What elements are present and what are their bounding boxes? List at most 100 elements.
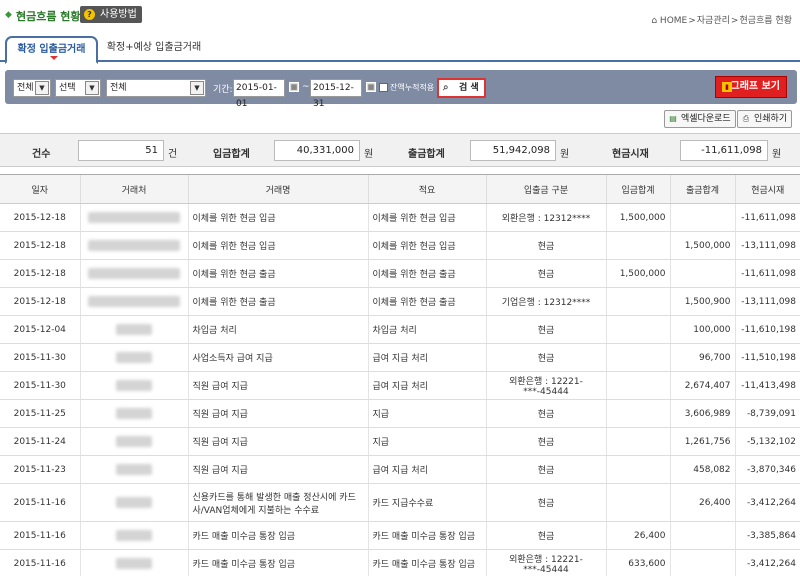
table-row[interactable]: 2015-11-23 직원 급여 지급 급여 지급 처리 현금 458,082 -3,87… — [0, 455, 800, 484]
cell-date: 2015-11-16 — [0, 549, 80, 576]
cash-balance-value: -11,611,098 — [680, 140, 768, 161]
cell-deposit: 26,400 — [605, 521, 670, 550]
table-row[interactable]: 2015-11-30 직원 급여 지급 급여 지급 처리 외환은행 : 12221-*… — [0, 371, 800, 400]
filter-select-3[interactable]: 전체 ▼ — [106, 79, 206, 97]
redacted-partner-name — [116, 464, 152, 475]
column-header-date[interactable]: 일자 — [0, 174, 80, 204]
excel-download-button[interactable]: ▤ 엑셀다운로드 — [664, 110, 736, 128]
cell-memo: 이체를 위한 현금 출금 — [367, 259, 486, 288]
column-header-deposit[interactable]: 입금합계 — [605, 174, 670, 204]
column-header-balance[interactable]: 현금시재 — [734, 174, 800, 204]
column-header-type[interactable]: 입출금 구분 — [485, 174, 606, 204]
date-to-input[interactable]: 2015-12-31 — [310, 79, 362, 109]
deposit-total-label: 입금합계 — [213, 149, 250, 160]
cell-memo: 급여 지급 처리 — [367, 371, 486, 400]
cell-type: 현금 — [485, 455, 606, 484]
table-row[interactable]: 2015-11-16 카드 매출 미수금 통장 입금 카드 매출 미수금 통장 입금… — [0, 549, 800, 576]
table-row[interactable]: 2015-11-24 직원 급여 지급 지급 현금 1,261,756 -5,132,10… — [0, 427, 800, 456]
chevron-down-icon: ▼ — [35, 81, 49, 95]
date-from-input[interactable]: 2015-01-01 — [233, 79, 285, 109]
cell-balance: -13,111,098 — [734, 231, 800, 260]
top-bar: ◆ 현금흐름 현황 ? 사용방법 ⌂ HOME>자금관리>현금흐름 현황 — [0, 0, 800, 30]
table-row[interactable]: 2015-12-18 이체를 위한 현금 출금 이체를 위한 현금 출금 현금 1,50… — [0, 259, 800, 288]
table-row[interactable]: 2015-11-16 신용카드를 통해 발생한 매출 정산시에 카드사/VAN업체… — [0, 483, 800, 522]
filter-select-1-value: 전체 — [17, 83, 34, 93]
deposit-total-unit: 원 — [364, 149, 374, 160]
help-button[interactable]: ? 사용방법 — [80, 6, 142, 23]
cell-deposit — [605, 455, 670, 484]
page-title: 현금흐름 현황 — [16, 10, 81, 23]
cell-partner — [79, 343, 188, 372]
table-row[interactable]: 2015-12-18 이체를 위한 현금 입금 이체를 위한 현금 입금 현금 1,50… — [0, 231, 800, 260]
print-button[interactable]: ⎙ 인쇄하기 — [737, 110, 793, 128]
table-row[interactable]: 2015-12-04 차입금 처리 차입금 처리 현금 100,000 -11,610,1… — [0, 315, 800, 344]
table-row[interactable]: 2015-11-25 직원 급여 지급 지급 현금 3,606,989 -8,739,09… — [0, 399, 800, 428]
redacted-partner-name — [116, 530, 152, 541]
search-button[interactable]: ⌕ 검 색 — [437, 78, 486, 98]
withdraw-total-value: 51,942,098 — [470, 140, 556, 161]
calendar-icon[interactable]: ▦ — [289, 82, 299, 92]
cell-type: 현금 — [485, 259, 606, 288]
cell-withdraw: 2,674,407 — [669, 371, 735, 400]
tab-confirmed[interactable]: 확정 입출금거래 — [5, 36, 98, 64]
cell-date: 2015-12-04 — [0, 315, 80, 344]
cell-deposit — [605, 231, 670, 260]
filter-select-2-value: 선택 — [59, 83, 76, 93]
cell-memo: 카드 지급수수료 — [367, 483, 486, 522]
column-header-transaction[interactable]: 거래명 — [187, 174, 368, 204]
search-icon: ⌕ — [443, 82, 449, 93]
redacted-partner-name — [116, 497, 152, 508]
cash-balance-label: 현금시재 — [612, 149, 649, 160]
cell-deposit — [605, 315, 670, 344]
filter-select-2[interactable]: 선택 ▼ — [55, 79, 101, 97]
cell-type: 현금 — [485, 483, 606, 522]
table-row[interactable]: 2015-12-18 이체를 위한 현금 입금 이체를 위한 현금 입금 외환은행 :… — [0, 203, 800, 232]
cell-transaction: 카드 매출 미수금 통장 입금 — [187, 521, 368, 550]
filter-select-1[interactable]: 전체 ▼ — [13, 79, 51, 97]
cell-withdraw — [669, 549, 735, 576]
graph-view-button[interactable]: ▮ 그래프 보기 — [715, 76, 787, 98]
column-header-partner[interactable]: 거래처 — [79, 174, 188, 204]
column-header-withdraw[interactable]: 출금합계 — [669, 174, 735, 204]
filter-select-3-value: 전체 — [110, 83, 127, 93]
cell-type: 현금 — [485, 231, 606, 260]
redacted-partner-name — [116, 558, 152, 569]
cell-type: 외환은행 : 12221-***-45444 — [485, 371, 606, 400]
cell-type: 현금 — [485, 343, 606, 372]
calendar-icon[interactable]: ▦ — [366, 82, 376, 92]
cell-memo: 차입금 처리 — [367, 315, 486, 344]
balance-checkbox[interactable] — [379, 83, 388, 92]
cell-partner — [79, 521, 188, 550]
cell-deposit: 633,600 — [605, 549, 670, 576]
cell-balance: -5,132,102 — [734, 427, 800, 456]
search-filter-bar: 전체 ▼ 선택 ▼ 전체 ▼ 기간: 2015-01-01 ▦ ~ 2015-1… — [5, 70, 797, 109]
redacted-partner-name — [88, 240, 180, 251]
tab-confirmed-expected[interactable]: 확정+예상 입출금거래 — [104, 36, 204, 62]
cell-balance: -11,611,098 — [734, 259, 800, 288]
cell-deposit: 1,500,000 — [605, 203, 670, 232]
breadcrumb-item-current: 현금흐름 현황 — [739, 16, 792, 26]
cell-transaction: 신용카드를 통해 발생한 매출 정산시에 카드사/VAN업체에게 지불하는 수수… — [187, 483, 368, 522]
column-header-memo[interactable]: 적요 — [367, 174, 486, 204]
cell-balance: -13,111,098 — [734, 287, 800, 316]
cell-memo: 이체를 위한 현금 입금 — [367, 203, 486, 232]
cell-date: 2015-11-30 — [0, 343, 80, 372]
count-label: 건수 — [32, 149, 51, 160]
table-row[interactable]: 2015-11-16 카드 매출 미수금 통장 입금 카드 매출 미수금 통장 입금… — [0, 521, 800, 550]
cell-memo: 지급 — [367, 427, 486, 456]
table-row[interactable]: 2015-12-18 이체를 위한 현금 출금 이체를 위한 현금 출금 기업은행 :… — [0, 287, 800, 316]
cell-partner — [79, 203, 188, 232]
cell-transaction: 이체를 위한 현금 입금 — [187, 203, 368, 232]
cell-transaction: 이체를 위한 현금 출금 — [187, 287, 368, 316]
period-label: 기간: — [213, 85, 233, 95]
cell-type: 현금 — [485, 315, 606, 344]
table-row[interactable]: 2015-11-30 사업소득자 급여 지급 급여 지급 처리 현금 96,700 -11… — [0, 343, 800, 372]
count-unit: 건 — [168, 149, 178, 160]
cell-withdraw: 458,082 — [669, 455, 735, 484]
breadcrumb-item-fund[interactable]: 자금관리 — [697, 16, 730, 26]
cell-memo: 카드 매출 미수금 통장 입금 — [367, 549, 486, 576]
cell-date: 2015-12-18 — [0, 287, 80, 316]
cell-deposit: 1,500,000 — [605, 259, 670, 288]
chevron-down-icon: ▼ — [190, 81, 204, 95]
breadcrumb-item-home[interactable]: HOME — [660, 16, 687, 26]
